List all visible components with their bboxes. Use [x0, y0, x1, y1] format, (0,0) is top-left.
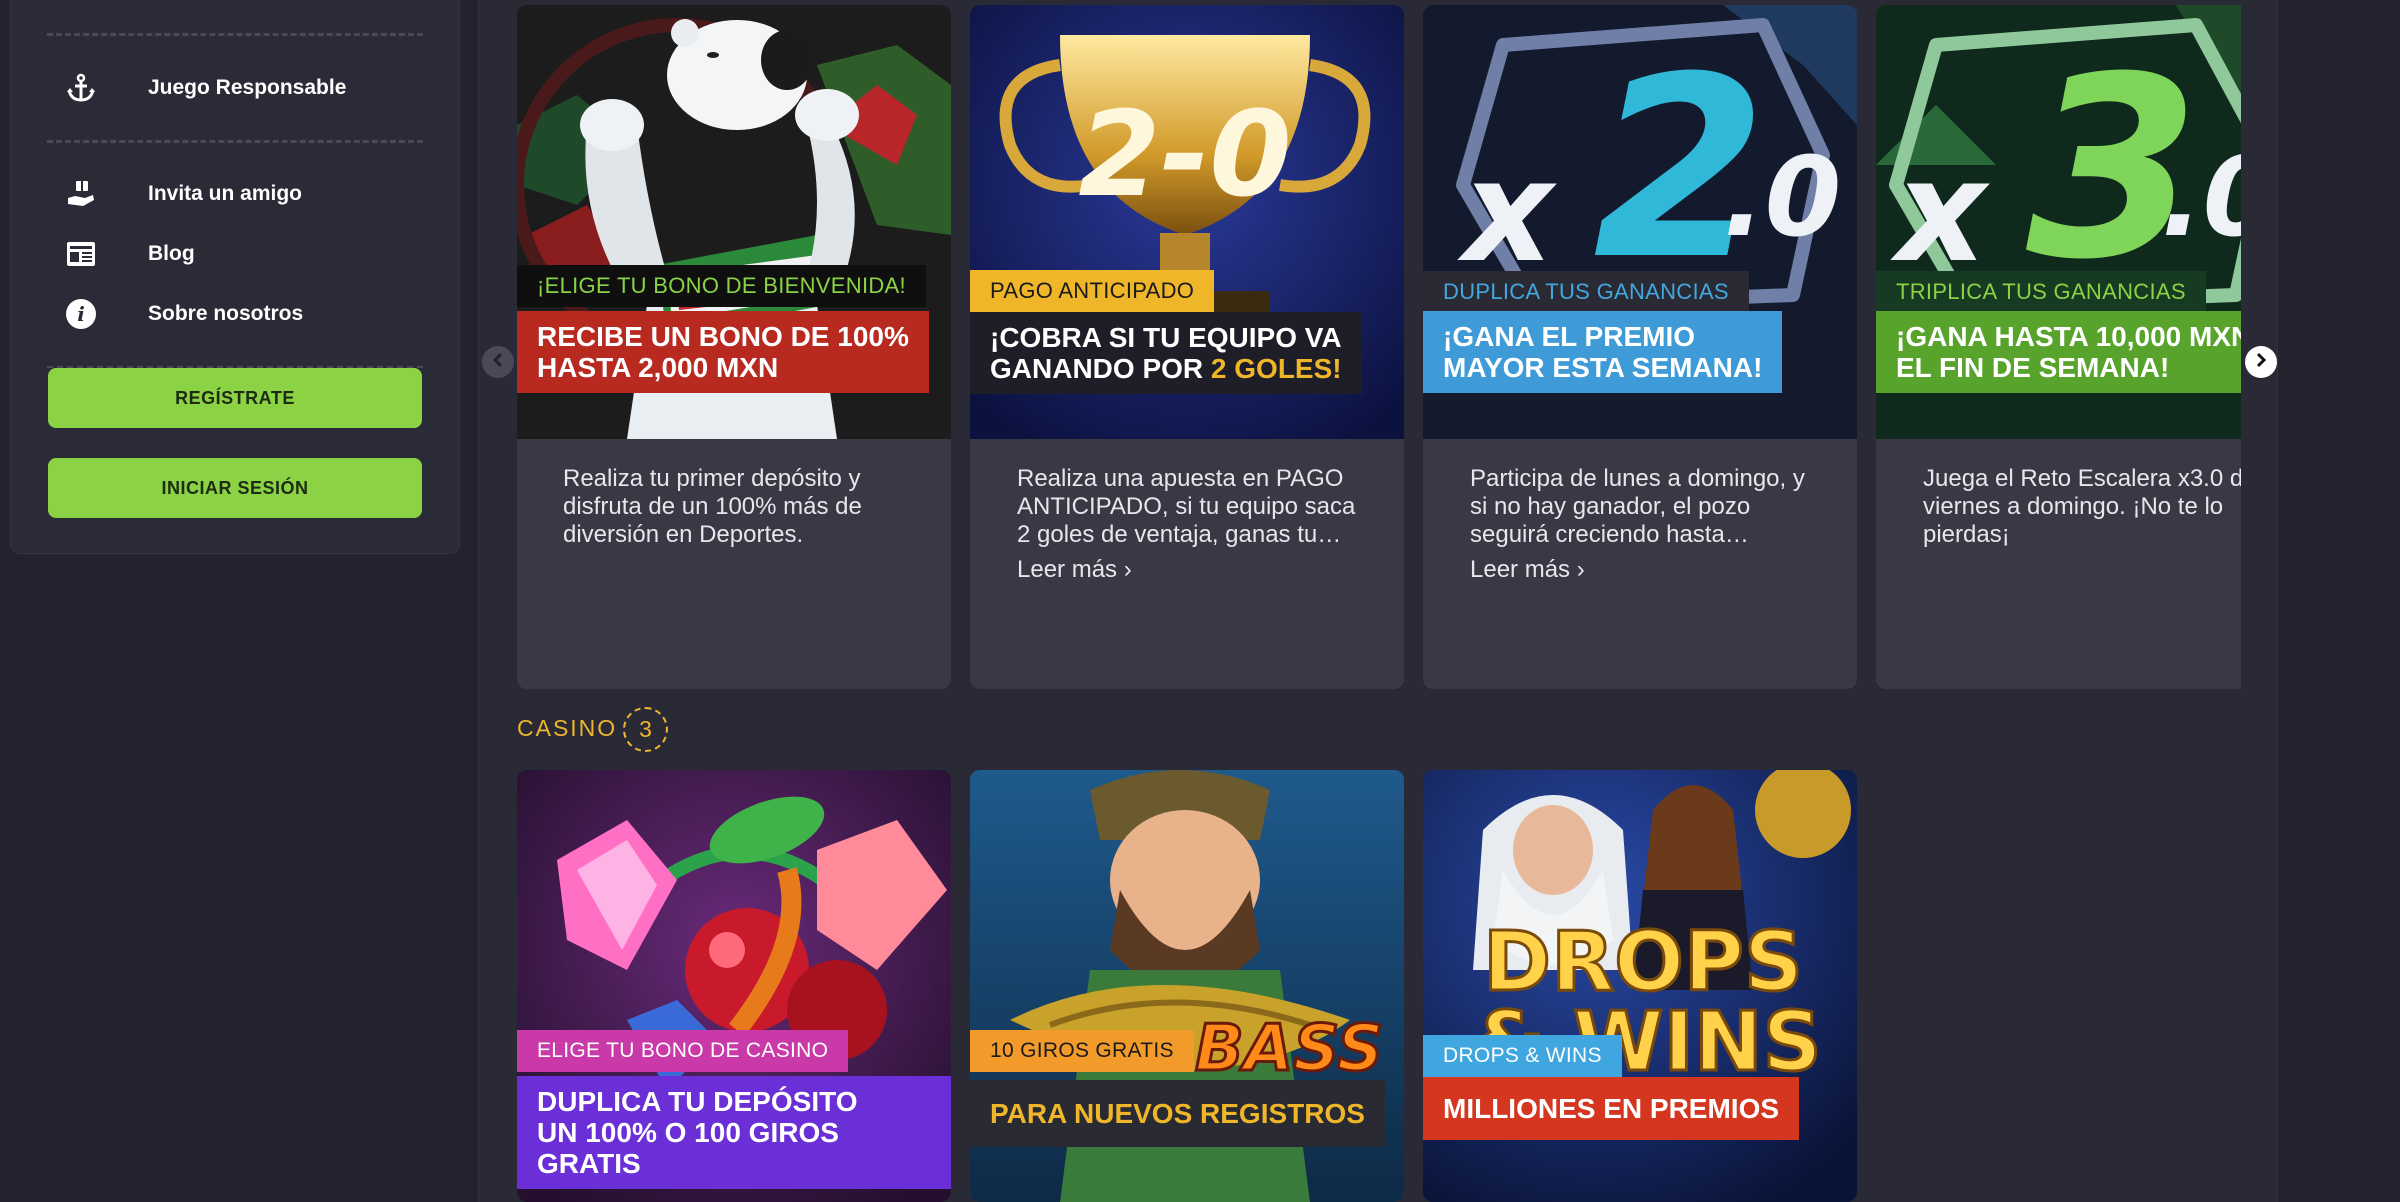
headline-line: ¡COBRA SI TU EQUIPO VA	[990, 322, 1342, 353]
headline-line: GANANDO POR 2 GOLES!	[990, 353, 1342, 384]
casino-card-giros[interactable]: BASS 10 GIROS GRATIS PARA NUEVOS REGISTR…	[970, 770, 1404, 1202]
promo-headline: ¡GANA EL PREMIO MAYOR ESTA SEMANA!	[1423, 311, 1783, 393]
promo-headline: RECIBE UN BONO DE 100% HASTA 2,000 MXN	[517, 311, 929, 393]
art-decimal: .0	[1723, 133, 1841, 261]
sidebar-item-juego-responsable[interactable]: Juego Responsable	[61, 68, 346, 108]
promo-headline: ¡GANA HASTA 10,000 MXN EL FIN DE SEMANA!	[1876, 311, 2241, 393]
casino-card-bono[interactable]: ELIGE TU BONO DE CASINO DUPLICA TU DEPÓS…	[517, 770, 951, 1202]
headline-line: EL FIN DE SEMANA!	[1896, 352, 2170, 383]
promo-headline: DUPLICA TU DEPÓSITO UN 100% O 100 GIROS …	[517, 1076, 951, 1189]
promo-card-bienvenida[interactable]: ¡ELIGE TU BONO DE BIENVENIDA! RECIBE UN …	[517, 5, 951, 689]
promo-card-triplica[interactable]: x 3 .0 TRIPLICA TUS GANANCIAS ¡GANA HAST…	[1876, 5, 2241, 689]
section-title-casino: CASINO	[517, 715, 618, 741]
headline-text: GANANDO POR	[990, 353, 1211, 384]
sports-carousel: ¡ELIGE TU BONO DE BIENVENIDA! RECIBE UN …	[517, 5, 2241, 689]
register-button[interactable]: REGÍSTRATE	[48, 368, 422, 428]
promo-tag: PAGO ANTICIPADO	[970, 270, 1215, 312]
read-more-link[interactable]: Leer más ›	[1017, 556, 1132, 584]
chevron-right-icon	[2253, 351, 2269, 374]
promo-tag: ¡ELIGE TU BONO DE BIENVENIDA!	[517, 265, 926, 307]
promo-description: Participa de lunes a domingo, y si no ha…	[1470, 465, 1805, 548]
headline-line: UN 100% O 100 GIROS GRATIS	[537, 1117, 839, 1179]
anchor-icon	[61, 68, 101, 108]
divider	[47, 33, 423, 36]
headline-line: DUPLICA TU DEPÓSITO	[537, 1086, 858, 1117]
promo-headline: ¡COBRA SI TU EQUIPO VA GANANDO POR 2 GOL…	[970, 312, 1362, 394]
art-decimal: .0	[2161, 133, 2241, 261]
promo-description: Juega el Reto Escalera x3.0 de viernes a…	[1923, 465, 2241, 548]
art-x: x	[1890, 131, 1990, 294]
carousel-next-button[interactable]	[2245, 346, 2277, 378]
sidebar-item-blog[interactable]: Blog	[61, 234, 195, 274]
sidebar-item-label: Sobre nosotros	[148, 302, 304, 325]
section-count-badge: 3	[623, 707, 668, 752]
headline-line: ¡GANA HASTA 10,000 MXN	[1896, 321, 2241, 352]
promo-headline: PARA NUEVOS REGISTROS	[970, 1080, 1385, 1147]
headline-line: MAYOR ESTA SEMANA!	[1443, 352, 1763, 383]
headline-highlight: 2 GOLES!	[1210, 353, 1342, 384]
carousel-prev-button[interactable]	[482, 346, 514, 378]
headline-line: PARA NUEVOS REGISTROS	[990, 1098, 1365, 1129]
sidebar-item-label: Invita un amigo	[148, 182, 303, 205]
divider	[47, 140, 423, 143]
sidebar-item-invita-amigo[interactable]: Invita un amigo	[61, 174, 302, 214]
promo-tag: DROPS & WINS	[1423, 1035, 1622, 1077]
trophy-score-art: 2-0	[1078, 85, 1291, 223]
newspaper-icon	[61, 234, 101, 274]
svg-text:i: i	[77, 302, 85, 326]
headline-line: MILLIONES EN PREMIOS	[1443, 1093, 1780, 1124]
sidebar: Juego Responsable Invita un amigo Blog i…	[10, 0, 460, 554]
info-icon: i	[61, 294, 101, 334]
sidebar-item-sobre-nosotros[interactable]: i Sobre nosotros	[61, 294, 303, 334]
headline-line: ¡GANA EL PREMIO	[1443, 321, 1696, 352]
promo-card-duplica[interactable]: x 2 .0 DUPLICA TUS GANANCIAS ¡GANA EL PR…	[1423, 5, 1857, 689]
art-x: x	[1457, 131, 1557, 294]
casino-card-drops-wins[interactable]: DROPS & WINS DROPS & WINS MILLIONES EN P…	[1423, 770, 1857, 1202]
bass-logo-text: BASS	[1195, 1012, 1383, 1086]
gift-hand-icon	[61, 174, 101, 214]
promo-headline: MILLIONES EN PREMIOS	[1423, 1077, 1800, 1140]
promo-description: Realiza una apuesta en PAGO ANTICIPADO, …	[1017, 465, 1356, 548]
read-more-link[interactable]: Leer más ›	[1470, 556, 1585, 584]
promo-card-pago-anticipado[interactable]: 2-0 PAGO ANTICIPADO ¡COBRA SI TU EQUIPO …	[970, 5, 1404, 689]
promo-tag: 10 GIROS GRATIS	[970, 1030, 1194, 1072]
sidebar-item-label: Juego Responsable	[148, 76, 347, 99]
promo-tag: ELIGE TU BONO DE CASINO	[517, 1030, 849, 1072]
headline-line: RECIBE UN BONO DE 100%	[537, 321, 909, 352]
headline-line: HASTA 2,000 MXN	[537, 352, 779, 383]
promo-description: Realiza tu primer depósito y disfruta de…	[563, 465, 862, 548]
sidebar-item-label: Blog	[148, 242, 195, 265]
promo-tag: DUPLICA TUS GANANCIAS	[1423, 271, 1749, 313]
chevron-left-icon	[490, 351, 506, 374]
login-button[interactable]: INICIAR SESIÓN	[48, 458, 422, 518]
promo-tag: TRIPLICA TUS GANANCIAS	[1876, 271, 2206, 313]
